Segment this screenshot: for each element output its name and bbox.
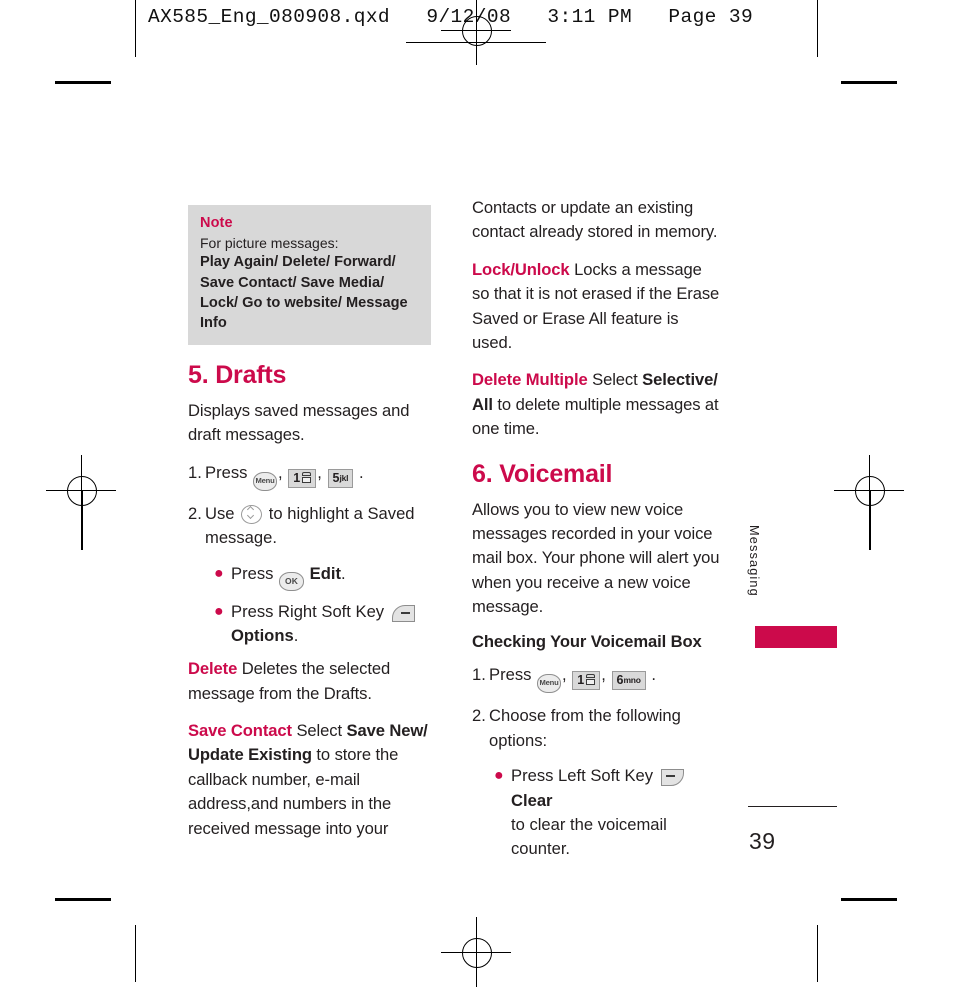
key-6-letters: mno bbox=[623, 675, 641, 686]
bullet-content: Press OK Edit. bbox=[231, 562, 436, 591]
step-number: 1. bbox=[472, 665, 486, 685]
voicemail-glyph bbox=[302, 471, 312, 483]
crop-mark-top-left bbox=[55, 81, 111, 84]
bullet-dot-icon: ● bbox=[214, 602, 224, 620]
bullet-pre: Press bbox=[231, 563, 274, 583]
bullet-pre: Press Right Soft Key bbox=[231, 601, 385, 621]
bullet-post: . bbox=[293, 625, 299, 645]
note-subtitle: For picture messages: bbox=[200, 235, 339, 251]
delete-term: Delete bbox=[188, 659, 238, 679]
delete-definition: Delete Deletes the selected message from… bbox=[188, 657, 436, 706]
navigation-key-icon bbox=[241, 504, 263, 524]
key-1-digit: 1 bbox=[293, 470, 301, 485]
step-text: Press bbox=[205, 462, 248, 482]
print-header-text: AX585_Eng_080908.qxd 9/12/08 3:11 PM Pag… bbox=[148, 6, 754, 28]
note-title: Note bbox=[200, 215, 233, 231]
comma-2: , bbox=[317, 462, 322, 482]
manual-page: AX585_Eng_080908.qxd 9/12/08 3:11 PM Pag… bbox=[0, 0, 954, 987]
step-number: 1. bbox=[188, 462, 202, 482]
footer-rule-right bbox=[817, 925, 818, 982]
voicemail-bullet-clear: ● Press Left Soft Key Clear to clear the… bbox=[494, 764, 720, 862]
key-1-digit: 1 bbox=[577, 673, 585, 688]
bullet-post: to clear the voicemail counter. bbox=[511, 815, 667, 859]
step-content: Press Menu, 1, 5jkl . bbox=[205, 461, 436, 491]
right-text-column: Contacts or update an existing contact a… bbox=[472, 196, 720, 871]
save-contact-definition: Save Contact Select Save New/ Update Exi… bbox=[188, 719, 436, 841]
bullet-bold: Clear bbox=[511, 790, 553, 810]
period-1: . bbox=[358, 462, 364, 482]
delete-multiple-definition: Delete Multiple Select Selective/ All to… bbox=[472, 368, 720, 441]
step-text: Press bbox=[489, 665, 532, 685]
drafts-bullet-edit: ● Press OK Edit. bbox=[214, 562, 436, 591]
voicemail-glyph bbox=[586, 674, 596, 686]
step-text-pre: Use bbox=[205, 503, 235, 523]
drafts-intro: Displays saved messages and draft messag… bbox=[188, 400, 410, 445]
note-options-list: Play Again/ Delete/ Forward/ Save Contac… bbox=[200, 254, 408, 331]
page-number-rule bbox=[748, 806, 837, 808]
crop-mark-top-right bbox=[841, 81, 897, 84]
lock-unlock-definition: Lock/Unlock Locks a message so that it i… bbox=[472, 258, 720, 356]
right-soft-key-icon bbox=[391, 604, 415, 622]
left-text-column: Note For picture messages: Play Again/ D… bbox=[188, 205, 436, 854]
save-contact-term: Save Contact bbox=[188, 721, 292, 741]
bullet-bold: Edit bbox=[309, 563, 342, 583]
bullet-content: Press Right Soft Key Options. bbox=[231, 600, 436, 649]
ok-key-icon: OK bbox=[279, 571, 305, 591]
step-content: Press Menu, 1, 6mno . bbox=[489, 663, 720, 694]
period-1: . bbox=[651, 665, 657, 685]
section-title-drafts: 5. Drafts bbox=[188, 360, 287, 389]
step-number: 2. bbox=[188, 503, 202, 523]
footer-rule-left bbox=[135, 925, 136, 982]
comma-1: , bbox=[278, 462, 283, 482]
bullet-bold: Options bbox=[231, 625, 294, 645]
voicemail-intro: Allows you to view new voice messages re… bbox=[472, 499, 720, 617]
step-content: Choose from the following options: bbox=[489, 706, 681, 750]
delete-multiple-text: to delete multiple messages at one time. bbox=[472, 394, 719, 439]
voicemail-step-2: 2. Choose from the following options: bbox=[472, 704, 720, 753]
crop-mark-bottom-left bbox=[55, 898, 111, 901]
save-contact-continuation: Contacts or update an existing contact a… bbox=[472, 198, 718, 242]
bullet-pre: Press Left Soft Key bbox=[511, 766, 654, 786]
header-rule-left bbox=[135, 0, 136, 57]
comma-2: , bbox=[601, 665, 606, 685]
crop-mark-bottom-right bbox=[841, 898, 897, 901]
keypad-1-icon: 1 bbox=[572, 671, 601, 691]
page-number: 39 bbox=[749, 828, 776, 854]
voicemail-step-1: 1. Press Menu, 1, 6mno . bbox=[472, 663, 720, 694]
left-soft-key-icon bbox=[660, 769, 684, 787]
delete-multiple-term: Delete Multiple bbox=[472, 370, 588, 390]
menu-key-icon: Menu bbox=[537, 674, 562, 694]
step-text-post: to highlight a Saved message. bbox=[205, 503, 415, 548]
key-5-letters: jkl bbox=[339, 472, 349, 483]
bullet-post: . bbox=[341, 563, 346, 583]
menu-key-icon: Menu bbox=[253, 471, 278, 491]
comma-1: , bbox=[562, 665, 567, 685]
keypad-1-icon: 1 bbox=[288, 468, 317, 488]
voicemail-subhead: Checking Your Voicemail Box bbox=[472, 632, 702, 652]
side-tab-label: Messaging bbox=[747, 525, 762, 597]
drafts-step-2: 2. Use to highlight a Saved message. bbox=[188, 502, 436, 551]
header-rule-right bbox=[817, 0, 818, 57]
keypad-5-icon: 5jkl bbox=[327, 468, 354, 488]
delete-multiple-mid: Select bbox=[587, 370, 643, 390]
drafts-step-1: 1. Press Menu, 1, 5jkl . bbox=[188, 461, 436, 491]
lock-unlock-term: Lock/Unlock bbox=[472, 259, 570, 279]
bullet-dot-icon: ● bbox=[214, 564, 224, 582]
step-content: Use to highlight a Saved message. bbox=[205, 502, 436, 551]
note-box: Note For picture messages: Play Again/ D… bbox=[188, 205, 431, 345]
bullet-dot-icon: ● bbox=[494, 767, 504, 785]
step-number: 2. bbox=[472, 706, 486, 726]
section-title-voicemail: 6. Voicemail bbox=[472, 459, 613, 488]
keypad-6-icon: 6mno bbox=[611, 671, 646, 691]
save-contact-mid: Select bbox=[291, 721, 347, 741]
side-tab-bar bbox=[755, 626, 837, 648]
bullet-content: Press Left Soft Key Clear to clear the v… bbox=[511, 764, 720, 862]
drafts-bullet-options: ● Press Right Soft Key Options. bbox=[214, 600, 436, 649]
